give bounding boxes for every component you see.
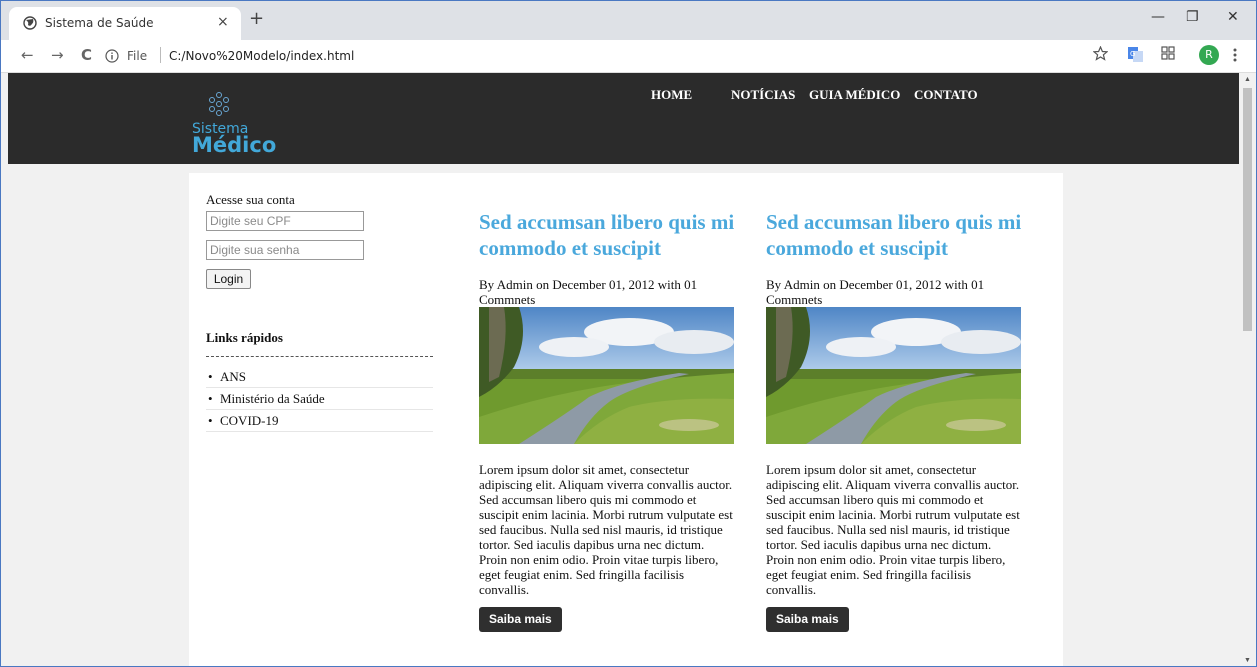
globe-icon — [23, 16, 37, 30]
post-meta: By Admin on December 01, 2012 with 01 Co… — [479, 277, 698, 307]
post-meta: By Admin on December 01, 2012 with 01 Co… — [766, 277, 985, 307]
profile-avatar[interactable]: R — [1199, 45, 1219, 65]
page-viewport: Sistema Médico HOME NOTÍCIAS GUIA MÉDICO… — [8, 73, 1239, 666]
bullet-icon: • — [208, 391, 213, 406]
list-item: • Ministério da Saúde — [206, 388, 433, 410]
post-image — [479, 307, 734, 444]
maximize-icon[interactable]: ❐ — [1186, 9, 1199, 25]
molecule-logo-icon — [209, 92, 229, 116]
back-icon[interactable]: ← — [21, 46, 34, 64]
list-item: • COVID-19 — [206, 410, 433, 432]
post-card: Sed accumsan libero quis mi commodo et s… — [479, 209, 747, 632]
close-window-icon[interactable]: ✕ — [1227, 9, 1239, 25]
site-header: Sistema Médico HOME NOTÍCIAS GUIA MÉDICO… — [8, 73, 1239, 164]
scroll-up-icon[interactable]: ▲ — [1244, 76, 1251, 83]
scroll-down-icon[interactable]: ▼ — [1244, 657, 1251, 664]
page-scrollbar[interactable]: ▲ ▼ — [1239, 73, 1256, 666]
browser-window: Sistema de Saúde × + — ❐ ✕ ← → C File C:… — [0, 0, 1257, 667]
login-button[interactable]: Login — [206, 269, 251, 289]
url-scheme: File — [127, 49, 148, 63]
browser-tab[interactable]: Sistema de Saúde × — [9, 7, 241, 40]
logo-title: Médico — [192, 133, 277, 157]
quick-link-ans[interactable]: ANS — [220, 369, 246, 384]
tab-title: Sistema de Saúde — [45, 16, 154, 30]
quick-link-covid[interactable]: COVID-19 — [220, 413, 279, 428]
scroll-thumb[interactable] — [1243, 88, 1252, 331]
nav-home[interactable]: HOME — [651, 87, 692, 103]
new-tab-button[interactable]: + — [249, 10, 264, 28]
post-body: Lorem ipsum dolor sit amet, consectetur … — [479, 462, 733, 597]
forward-icon[interactable]: → — [51, 46, 64, 64]
bullet-icon: • — [208, 413, 213, 428]
bullet-icon: • — [208, 369, 213, 384]
browser-toolbar: ← → C File C:/Novo%20Modelo/index.html G — [1, 40, 1256, 73]
site-logo[interactable]: Sistema Médico — [192, 91, 282, 161]
quick-link-ministerio[interactable]: Ministério da Saúde — [220, 391, 325, 406]
nav-contato[interactable]: CONTATO — [914, 87, 978, 103]
content-area: Acesse sua conta Login Links rápidos • AN… — [189, 173, 1063, 666]
star-icon[interactable] — [1093, 46, 1108, 61]
svg-text:G: G — [1130, 50, 1135, 58]
landscape-image — [479, 307, 734, 444]
login-title: Acesse sua conta — [206, 192, 295, 207]
url-separator — [160, 47, 161, 63]
list-item: • ANS — [206, 366, 433, 388]
post-title[interactable]: Sed accumsan libero quis mi commodo et s… — [766, 209, 1034, 261]
info-icon[interactable] — [105, 49, 119, 63]
quick-links-divider — [206, 356, 433, 357]
quick-links-list: • ANS • Ministério da Saúde • COVID-19 — [206, 366, 433, 432]
post-card: Sed accumsan libero quis mi commodo et s… — [766, 209, 1034, 632]
reload-icon[interactable]: C — [81, 46, 92, 64]
close-tab-icon[interactable]: × — [217, 14, 229, 30]
minimize-icon[interactable]: — — [1151, 9, 1165, 25]
address-bar[interactable]: File C:/Novo%20Modelo/index.html — [105, 45, 1175, 69]
quick-links-title: Links rápidos — [206, 330, 283, 345]
url-text[interactable]: C:/Novo%20Modelo/index.html — [169, 49, 354, 63]
landscape-image — [766, 307, 1021, 444]
cpf-input[interactable] — [206, 211, 364, 231]
post-body: Lorem ipsum dolor sit amet, consectetur … — [766, 462, 1020, 597]
nav-guia-medico[interactable]: GUIA MÉDICO — [809, 87, 900, 103]
tab-bar: Sistema de Saúde × + — ❐ ✕ — [1, 1, 1256, 40]
post-image — [766, 307, 1021, 444]
saiba-mais-button[interactable]: Saiba mais — [766, 607, 849, 632]
translate-icon[interactable]: G — [1127, 46, 1144, 63]
extensions-icon[interactable] — [1161, 46, 1175, 60]
nav-noticias[interactable]: NOTÍCIAS — [731, 87, 795, 103]
saiba-mais-button[interactable]: Saiba mais — [479, 607, 562, 632]
password-input[interactable] — [206, 240, 364, 260]
post-title[interactable]: Sed accumsan libero quis mi commodo et s… — [479, 209, 747, 261]
menu-dots-icon[interactable] — [1233, 48, 1237, 62]
